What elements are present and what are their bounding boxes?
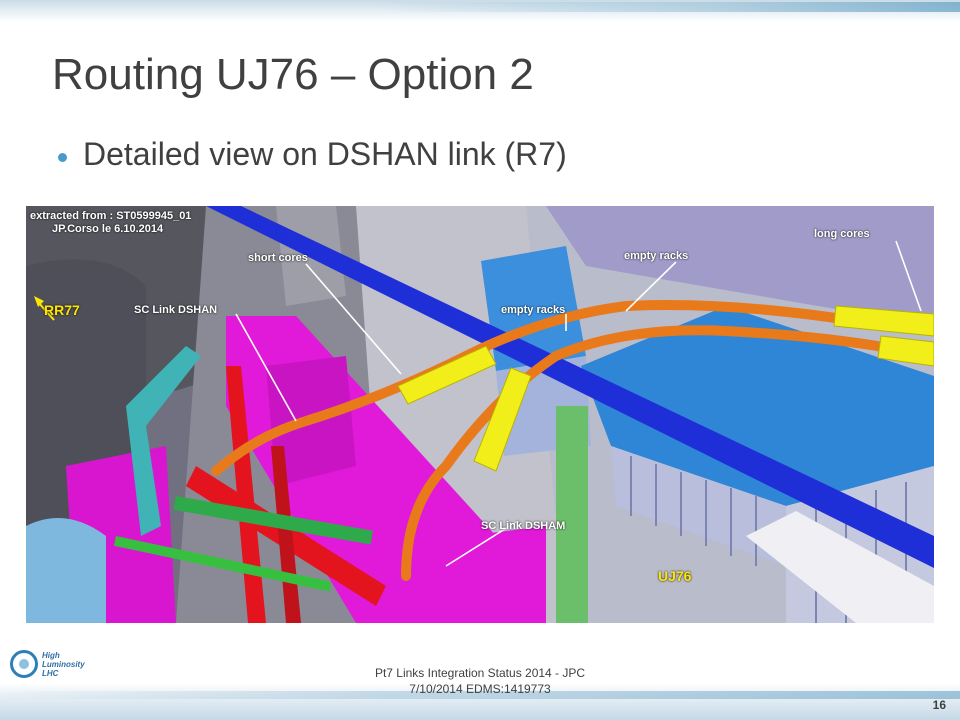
label-short-cores: short cores [248, 252, 308, 264]
label-sc-link-dsham: SC Link DSHAM [481, 520, 566, 532]
logo-ring-icon [10, 650, 38, 678]
label-long-cores: long cores [814, 228, 870, 240]
footer-line-1: Pt7 Links Integration Status 2014 - JPC [374, 666, 586, 680]
cad-rendering-figure: extracted from : ST0599945_01 JP.Corso l… [26, 206, 934, 623]
bullet-dot-icon [58, 153, 67, 162]
footer-text: Pt7 Links Integration Status 2014 - JPC … [330, 665, 630, 697]
hl-lhc-logo: High Luminosity LHC [10, 650, 100, 684]
label-uj76: UJ76 [658, 568, 692, 584]
label-rr77: RR77 [44, 302, 80, 318]
footer-line-2: 7/10/2014 EDMS:1419773 [409, 682, 551, 696]
top-decoration-band [0, 0, 960, 22]
extract-source-label: extracted from : ST0599945_01 [30, 210, 192, 222]
label-empty-racks-mid: empty racks [501, 304, 566, 316]
label-empty-racks-top: empty racks [624, 250, 689, 262]
slide-title: Routing UJ76 – Option 2 [52, 50, 534, 99]
extract-author-label: JP.Corso le 6.10.2014 [52, 223, 164, 235]
logo-text: High Luminosity LHC [42, 651, 85, 678]
cad-scene [26, 206, 934, 623]
label-sc-link-dshan: SC Link DSHAN [134, 304, 218, 316]
bullet-text: Detailed view on DSHAN link (R7) [83, 136, 567, 172]
page-number: 16 [932, 698, 946, 712]
top-streak [380, 2, 960, 12]
